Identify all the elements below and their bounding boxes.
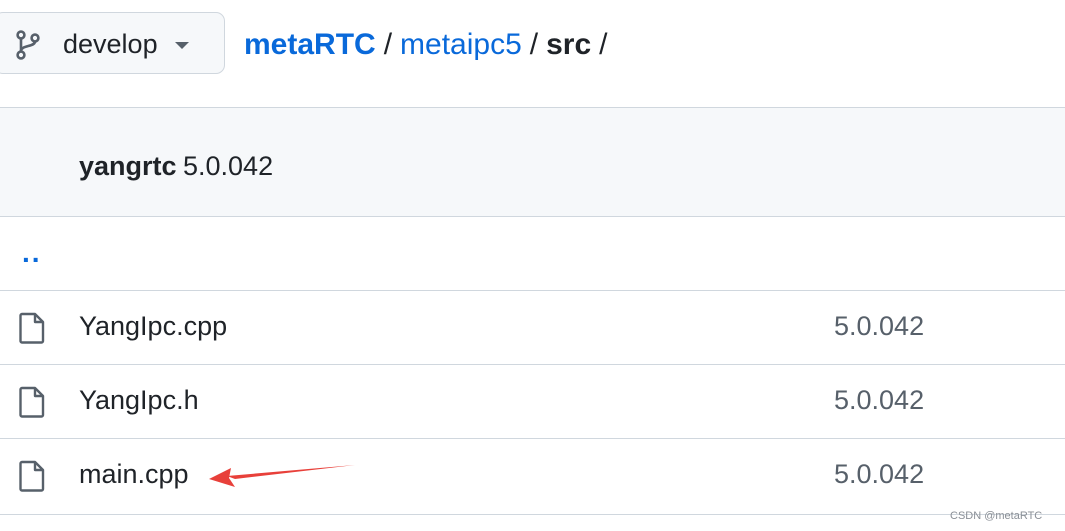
breadcrumb-current-folder: src bbox=[546, 28, 592, 61]
annotation-arrow bbox=[209, 465, 355, 487]
file-browser-page: develop metaRTC / metaipc5/src / yangrtc 5.… bbox=[0, 0, 1065, 531]
latest-commit-bar: yangrtc 5.0.042 bbox=[0, 107, 1065, 217]
parent-directory-link[interactable]: .. bbox=[22, 237, 42, 269]
breadcrumb: metaRTC / metaipc5/src / bbox=[244, 28, 616, 62]
file-icon bbox=[19, 312, 45, 344]
file-icon bbox=[19, 386, 45, 418]
commit-message[interactable]: 5.0.042 bbox=[183, 151, 273, 182]
file-name-link[interactable]: main.cpp bbox=[79, 459, 189, 490]
breadcrumb-separator: / bbox=[599, 28, 608, 61]
watermark: CSDN @metaRTC bbox=[950, 510, 1043, 522]
file-row[interactable]: YangIpc.h 5.0.042 bbox=[0, 365, 1065, 439]
file-name-link[interactable]: YangIpc.cpp bbox=[79, 311, 227, 342]
branch-selector-button[interactable]: develop bbox=[0, 12, 225, 74]
parent-directory-row[interactable]: .. bbox=[0, 217, 1065, 291]
file-name-link[interactable]: YangIpc.h bbox=[79, 385, 199, 416]
breadcrumb-separator: / bbox=[383, 28, 393, 61]
file-commit-message[interactable]: 5.0.042 bbox=[834, 311, 924, 342]
branch-name: develop bbox=[63, 29, 158, 59]
file-row[interactable]: main.cpp 5.0.042 bbox=[0, 439, 1065, 515]
git-branch-icon bbox=[16, 30, 40, 60]
file-commit-message[interactable]: 5.0.042 bbox=[834, 459, 924, 490]
breadcrumb-separator: / bbox=[529, 28, 539, 61]
file-icon bbox=[19, 460, 45, 492]
breadcrumb-repo-link[interactable]: metaipc5 bbox=[400, 28, 522, 61]
file-row[interactable]: YangIpc.cpp 5.0.042 bbox=[0, 291, 1065, 365]
commit-author[interactable]: yangrtc bbox=[79, 151, 177, 182]
chevron-down-icon bbox=[175, 42, 189, 49]
file-commit-message[interactable]: 5.0.042 bbox=[834, 385, 924, 416]
top-bar: develop metaRTC / metaipc5/src / bbox=[0, 0, 1065, 92]
breadcrumb-owner-link[interactable]: metaRTC bbox=[244, 28, 376, 61]
